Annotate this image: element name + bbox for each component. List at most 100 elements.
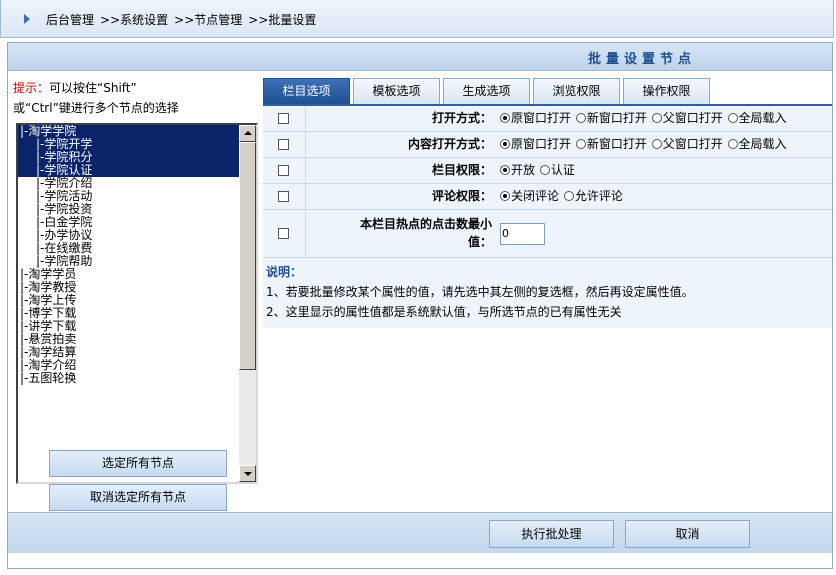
hot-clicks-label: 本栏目热点的点击数最小 值：: [306, 210, 496, 257]
row-hot-clicks: 本栏目热点的点击数最小 值： 0: [263, 210, 832, 258]
notes: 说明： 1、若要批量修改某个属性的值，请先选中其左侧的复选框，然后再设定属性值。…: [263, 258, 832, 328]
tab-column-options[interactable]: 栏目选项: [263, 78, 350, 104]
notes-line2: 2、这里显示的属性值都是系统默认值，与所选节点的已有属性无关: [266, 305, 622, 319]
tab-generate-options[interactable]: 生成选项: [443, 78, 530, 104]
content-open-mode-option-3: 全局载入: [738, 137, 787, 151]
column-permission-checkbox[interactable]: [278, 165, 289, 176]
content-open-mode-checkbox[interactable]: [278, 139, 289, 150]
deselect-all-nodes-button[interactable]: 取消选定所有节点: [49, 484, 227, 511]
open-mode-radio-2[interactable]: [651, 113, 662, 123]
content-open-mode-option-0: 原窗口打开: [511, 137, 572, 151]
open-mode-option-0: 原窗口打开: [511, 111, 572, 125]
listbox-scrollbar[interactable]: [239, 125, 256, 482]
cancel-button[interactable]: 取消: [625, 520, 750, 548]
node-list-item[interactable]: |-讲学下载: [18, 320, 240, 333]
node-list-item[interactable]: |-学院帮助: [18, 255, 240, 268]
content-open-mode-radio-1[interactable]: [575, 139, 586, 149]
scroll-down-icon[interactable]: [239, 465, 256, 482]
node-list-item[interactable]: |-淘学学员: [18, 268, 240, 281]
breadcrumb-item-node-management[interactable]: 节点管理: [194, 13, 242, 27]
breadcrumb-separator: >>: [100, 13, 121, 27]
permission-option-open: 开放: [511, 163, 536, 177]
breadcrumb-item-batch-settings: 批量设置: [268, 13, 317, 27]
tab-operate-permission[interactable]: 操作权限: [623, 78, 710, 104]
node-list-item[interactable]: |-淘学教授: [18, 281, 240, 294]
breadcrumb-item-admin[interactable]: 后台管理: [46, 13, 94, 27]
settings-form: 打开方式： 原窗口打开 新窗口打开 父窗口打开 全局载入 内容打开方式： 原窗口…: [263, 104, 832, 328]
panel-header: 批量设置节点: [8, 43, 832, 71]
node-list-item[interactable]: |-悬赏拍卖: [18, 333, 240, 346]
node-list-item[interactable]: |-学院投资: [18, 203, 240, 216]
comment-radio-allow[interactable]: [563, 191, 574, 201]
comment-permission-label: 评论权限：: [431, 189, 492, 203]
node-list-item[interactable]: |-学院介绍: [18, 177, 240, 190]
open-mode-option-1: 新窗口打开: [586, 111, 647, 125]
node-list-item[interactable]: |-博学下载: [18, 307, 240, 320]
content-open-mode-option-2: 父窗口打开: [662, 137, 723, 151]
notes-heading: 说明：: [266, 265, 303, 279]
select-all-nodes-button[interactable]: 选定所有节点: [49, 450, 227, 477]
permission-option-auth: 认证: [550, 163, 575, 177]
open-mode-options: 原窗口打开 新窗口打开 父窗口打开 全局载入: [500, 106, 788, 131]
comment-option-allow: 允许评论: [574, 189, 623, 203]
node-list-item[interactable]: |-淘学学院: [18, 125, 240, 138]
node-list-item[interactable]: |-淘学结算: [18, 346, 240, 359]
open-mode-radio-0[interactable]: [500, 113, 510, 123]
node-list-item[interactable]: |-办学协议: [18, 229, 240, 242]
hot-clicks-checkbox[interactable]: [278, 228, 289, 239]
tip-line1: 可以按住“Shift”: [49, 81, 137, 95]
hot-clicks-label-line1: 本栏目热点的点击数最小: [359, 217, 492, 231]
row-comment-permission: 评论权限： 关闭评论 允许评论: [263, 184, 832, 210]
row-open-mode: 打开方式： 原窗口打开 新窗口打开 父窗口打开 全局载入: [263, 106, 832, 132]
comment-permission-options: 关闭评论 允许评论: [500, 184, 624, 209]
node-list: |-淘学学院 |-学院开学 |-学院积分 |-学院认证 |-学院介绍 |-学院活动 |-学院…: [18, 125, 240, 385]
tip-line2: 或“Ctrl”键进行多个节点的选择: [13, 101, 179, 115]
selection-tip: 提示：可以按住“Shift” 或“Ctrl”键进行多个节点的选择: [13, 78, 253, 118]
node-list-item[interactable]: |-淘学上传: [18, 294, 240, 307]
comment-permission-checkbox[interactable]: [278, 191, 289, 202]
content-open-mode-radio-3[interactable]: [727, 139, 738, 149]
permission-radio-open[interactable]: [500, 165, 510, 175]
notes-line1: 1、若要批量修改某个属性的值，请先选中其左侧的复选框，然后再设定属性值。: [266, 285, 694, 299]
node-list-item[interactable]: |-学院开学: [18, 138, 240, 151]
open-mode-radio-1[interactable]: [575, 113, 586, 123]
permission-radio-auth[interactable]: [539, 165, 550, 175]
scroll-thumb[interactable]: [239, 142, 256, 370]
footer-bar: 执行批处理 取消: [8, 512, 832, 553]
content-open-mode-radio-2[interactable]: [651, 139, 662, 149]
node-list-item[interactable]: |-淘学介绍: [18, 359, 240, 372]
execute-batch-button[interactable]: 执行批处理: [489, 520, 614, 548]
breadcrumb-separator: >>: [248, 13, 269, 27]
open-mode-label: 打开方式：: [431, 111, 492, 125]
tab-template-options[interactable]: 模板选项: [353, 78, 440, 104]
node-list-item[interactable]: |-学院积分: [18, 151, 240, 164]
row-column-permission: 栏目权限： 开放 认证: [263, 158, 832, 184]
breadcrumb-separator: >>: [174, 13, 195, 27]
node-list-item[interactable]: |-在线缴费: [18, 242, 240, 255]
hot-clicks-label-line2: 值：: [467, 235, 492, 249]
node-list-item[interactable]: |-五图轮换: [18, 372, 240, 385]
panel-title: 批量设置节点: [587, 52, 696, 67]
content-open-mode-label: 内容打开方式：: [407, 137, 492, 151]
content-open-mode-options: 原窗口打开 新窗口打开 父窗口打开 全局载入: [500, 132, 788, 157]
scroll-up-icon[interactable]: [239, 125, 256, 142]
open-mode-option-2: 父窗口打开: [662, 111, 723, 125]
comment-radio-close[interactable]: [500, 191, 510, 201]
content-open-mode-radio-0[interactable]: [500, 139, 510, 149]
breadcrumb-bar: 后台管理 >>系统设置 >>节点管理 >>批量设置: [0, 0, 834, 38]
row-content-open-mode: 内容打开方式： 原窗口打开 新窗口打开 父窗口打开 全局载入: [263, 132, 832, 158]
hot-clicks-input[interactable]: 0: [500, 223, 545, 245]
node-list-item[interactable]: |-白金学院: [18, 216, 240, 229]
open-mode-option-3: 全局载入: [738, 111, 787, 125]
breadcrumb-item-system-settings[interactable]: 系统设置: [120, 13, 168, 27]
column-permission-label: 栏目权限：: [431, 163, 492, 177]
content-open-mode-option-1: 新窗口打开: [586, 137, 647, 151]
tab-browse-permission[interactable]: 浏览权限: [533, 78, 620, 104]
node-list-item[interactable]: |-学院认证: [18, 164, 240, 177]
open-mode-checkbox[interactable]: [278, 113, 289, 124]
breadcrumb: 后台管理 >>系统设置 >>节点管理 >>批量设置: [46, 11, 316, 28]
batch-settings-panel: 批量设置节点 提示：可以按住“Shift” 或“Ctrl”键进行多个节点的选择 …: [7, 42, 833, 569]
open-mode-radio-3[interactable]: [727, 113, 738, 123]
node-list-item[interactable]: |-学院活动: [18, 190, 240, 203]
node-listbox[interactable]: |-淘学学院 |-学院开学 |-学院积分 |-学院认证 |-学院介绍 |-学院活动 |-学院…: [16, 123, 258, 484]
